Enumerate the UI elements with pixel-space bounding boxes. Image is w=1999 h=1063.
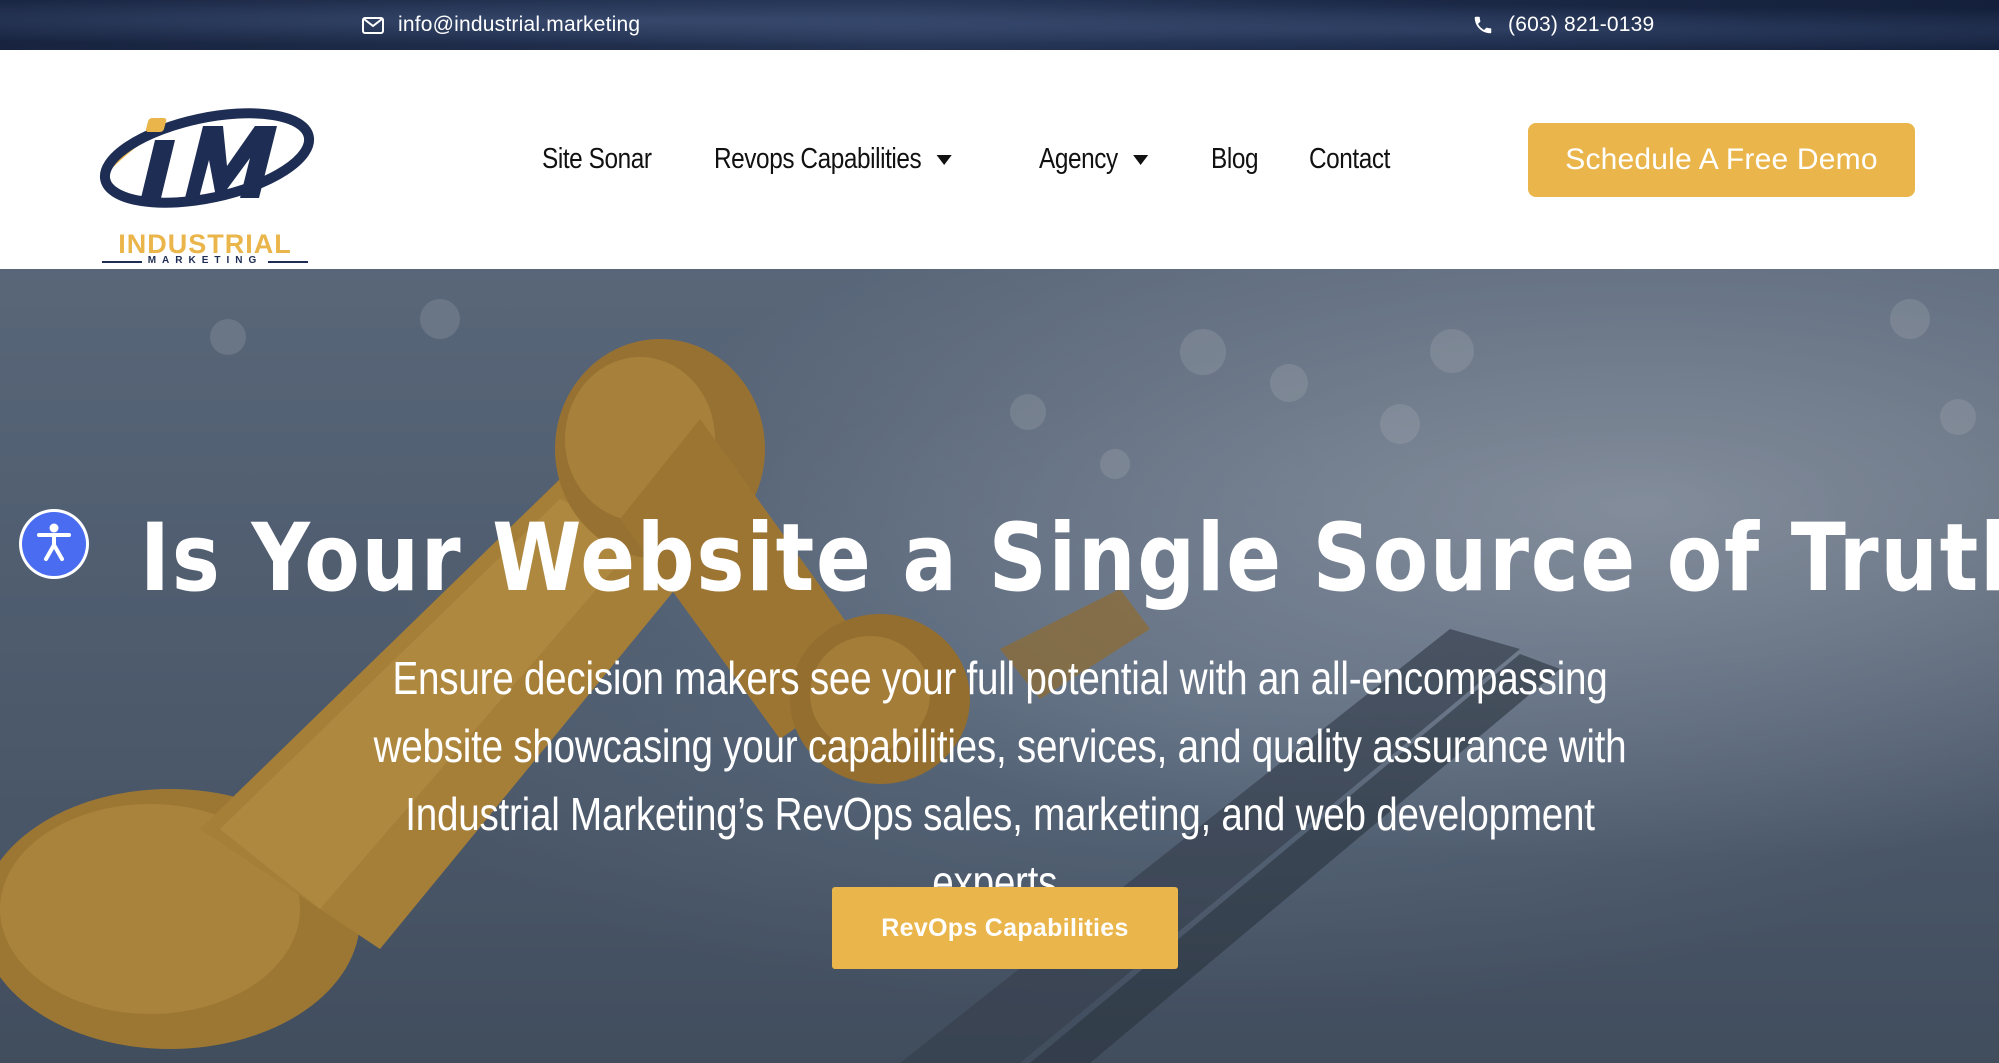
- phone-text: (603) 821-0139: [1508, 13, 1655, 36]
- nav-item-agency[interactable]: Agency: [1039, 143, 1149, 176]
- nav-label: Agency: [1039, 143, 1118, 175]
- top-contact-bar: info@industrial.marketing (603) 821-0139: [0, 0, 1999, 50]
- nav-item-blog[interactable]: Blog: [1211, 143, 1258, 176]
- envelope-icon: [362, 16, 384, 34]
- nav-label: Contact: [1309, 143, 1391, 175]
- site-header: INDUSTRIAL MARKETING Site Sonar Revops C…: [0, 50, 1999, 269]
- nav-label: Blog: [1210, 143, 1259, 175]
- accessibility-button[interactable]: [22, 512, 86, 576]
- hero-section: Is Your Website a Single Source of Truth…: [0, 269, 1999, 1063]
- hero-subtext: Ensure decision makers see your full pot…: [373, 652, 1627, 908]
- email-text: info@industrial.marketing: [398, 13, 641, 36]
- accessibility-icon: [36, 522, 72, 567]
- logo-rule-right: [268, 261, 308, 263]
- nav-item-contact[interactable]: Contact: [1309, 143, 1390, 176]
- nav-item-revops-capabilities[interactable]: Revops Capabilities: [714, 143, 952, 176]
- hero-headline: Is Your Website a Single Source of Truth…: [139, 504, 1999, 613]
- email-link[interactable]: info@industrial.marketing: [362, 0, 640, 50]
- phone-link[interactable]: (603) 821-0139: [1472, 0, 1654, 50]
- caret-down-icon[interactable]: [1133, 154, 1149, 165]
- nav-item-site-sonar[interactable]: Site Sonar: [542, 143, 652, 176]
- schedule-demo-button[interactable]: Schedule A Free Demo: [1528, 123, 1915, 197]
- nav-label: Site Sonar: [542, 143, 652, 175]
- site-logo[interactable]: INDUSTRIAL MARKETING: [95, 88, 315, 280]
- nav-label: Revops Capabilities: [714, 143, 922, 175]
- main-nav: Site Sonar Revops Capabilities Agency Bl…: [542, 50, 1447, 269]
- caret-down-icon[interactable]: [936, 154, 952, 165]
- revops-capabilities-button[interactable]: RevOps Capabilities: [832, 887, 1178, 969]
- phone-icon: [1472, 14, 1494, 36]
